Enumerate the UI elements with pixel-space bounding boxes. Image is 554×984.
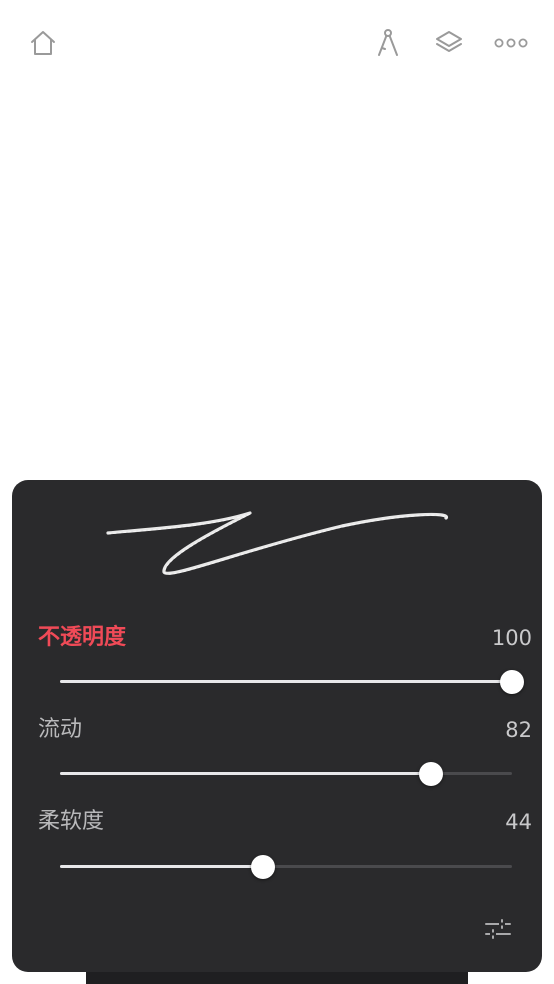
softness-slider[interactable] <box>60 852 512 882</box>
ruler-button[interactable] <box>368 22 408 64</box>
ruler-icon <box>378 29 398 56</box>
flow-label: 流动 <box>38 717 83 742</box>
softness-value: 44 <box>505 810 532 834</box>
flow-value: 82 <box>505 718 532 742</box>
softness-label: 柔软度 <box>38 809 105 834</box>
drawing-screen: 不透明度 100 流动 82 柔软度 44 <box>0 0 554 984</box>
opacity-label: 不透明度 <box>38 625 127 650</box>
brush-settings-panel: 不透明度 100 流动 82 柔软度 44 <box>12 480 542 972</box>
more-button[interactable] <box>490 22 532 64</box>
slider-fill <box>60 772 431 775</box>
slider-thumb[interactable] <box>418 762 443 786</box>
opacity-slider[interactable] <box>60 667 524 697</box>
home-button[interactable] <box>22 22 64 64</box>
layers-icon <box>436 31 462 52</box>
slider-thumb[interactable] <box>500 670 524 694</box>
sliders-icon <box>485 919 511 939</box>
home-icon <box>31 31 55 55</box>
slider-fill <box>60 865 264 868</box>
brush-stroke-preview <box>106 511 448 575</box>
slider-fill <box>60 680 512 683</box>
slider-thumb[interactable] <box>251 855 276 879</box>
flow-slider[interactable] <box>60 759 512 789</box>
opacity-value: 100 <box>491 626 532 650</box>
more-icon <box>494 38 528 48</box>
brush-settings-button[interactable] <box>480 914 516 944</box>
layers-button[interactable] <box>428 22 470 64</box>
